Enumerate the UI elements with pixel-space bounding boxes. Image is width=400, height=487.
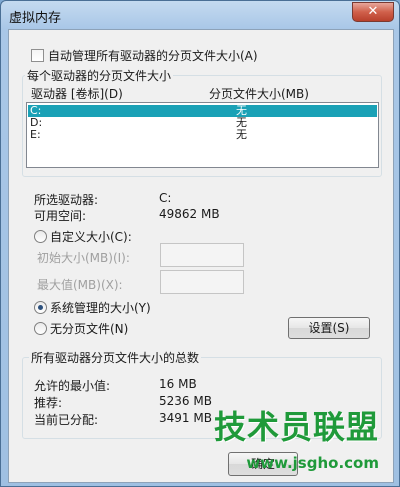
current-allocated-label: 当前已分配: bbox=[34, 413, 99, 427]
selected-drive-label: 所选驱动器: bbox=[34, 193, 99, 207]
system-managed-label[interactable]: 系统管理的大小(Y) bbox=[50, 299, 151, 316]
drive-row-e[interactable]: E: 无 bbox=[28, 129, 377, 141]
recommended-label: 推荐: bbox=[34, 396, 63, 410]
no-paging-label[interactable]: 无分页文件(N) bbox=[50, 320, 128, 337]
current-allocated-value: 3491 MB bbox=[159, 411, 212, 425]
custom-size-radio[interactable] bbox=[34, 230, 47, 243]
drive-group-title: 每个驱动器的分页文件大小 bbox=[25, 67, 174, 84]
size-column-header: 分页文件大小(MB) bbox=[209, 87, 309, 101]
min-allowed-label: 允许的最小值: bbox=[34, 379, 111, 393]
drive-list[interactable]: C: 无 D: 无 E: 无 bbox=[26, 102, 379, 168]
auto-manage-checkbox[interactable] bbox=[31, 49, 44, 62]
max-size-input[interactable] bbox=[160, 270, 244, 294]
drive-column-header: 驱动器 [卷标](D) bbox=[31, 87, 123, 101]
watermark-logo: 技术员联盟 bbox=[213, 408, 379, 446]
max-size-label: 最大值(MB)(X): bbox=[37, 278, 123, 292]
system-managed-radio[interactable] bbox=[34, 301, 47, 314]
custom-size-label[interactable]: 自定义大小(C): bbox=[50, 228, 132, 245]
drive-name: E: bbox=[30, 128, 41, 141]
initial-size-label: 初始大小(MB)(I): bbox=[37, 251, 130, 265]
totals-group-title: 所有驱动器分页文件大小的总数 bbox=[29, 349, 202, 366]
drive-size: 无 bbox=[236, 128, 247, 141]
watermark-url: www.jsgho.com bbox=[246, 454, 379, 472]
free-space-value: 49862 MB bbox=[159, 207, 220, 221]
min-allowed-value: 16 MB bbox=[159, 377, 197, 391]
no-paging-radio[interactable] bbox=[34, 322, 47, 335]
set-button[interactable]: 设置(S) bbox=[288, 317, 370, 339]
initial-size-input[interactable] bbox=[160, 243, 244, 267]
close-button[interactable]: ✕ bbox=[352, 2, 394, 22]
close-icon: ✕ bbox=[367, 4, 379, 19]
set-button-label: 设置(S) bbox=[308, 321, 350, 335]
drive-row-c[interactable]: C: 无 bbox=[28, 105, 377, 117]
title-bar[interactable]: 虚拟内存 ✕ bbox=[1, 1, 399, 29]
auto-manage-label[interactable]: 自动管理所有驱动器的分页文件大小(A) bbox=[48, 47, 258, 64]
virtual-memory-dialog: 虚拟内存 ✕ 自动管理所有驱动器的分页文件大小(A) 每个驱动器的分页文件大小 … bbox=[0, 0, 400, 487]
free-space-label: 可用空间: bbox=[34, 209, 87, 223]
selected-drive-value: C: bbox=[159, 191, 172, 205]
window-title: 虚拟内存 bbox=[9, 11, 62, 26]
recommended-value: 5236 MB bbox=[159, 394, 212, 408]
drive-row-d[interactable]: D: 无 bbox=[28, 117, 377, 129]
